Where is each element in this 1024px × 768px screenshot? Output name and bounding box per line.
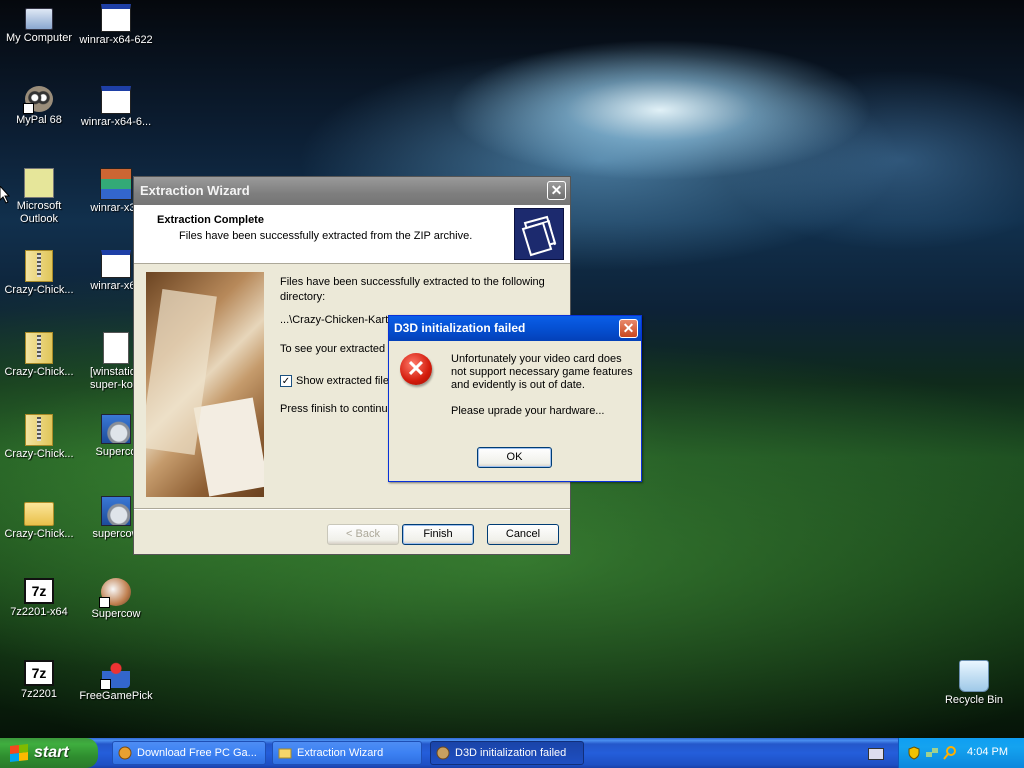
- supercow-icon: [99, 578, 131, 608]
- wizard-header-title: Extraction Complete: [157, 214, 264, 226]
- wizard-header-subtitle: Files have been successfully extracted f…: [179, 230, 473, 242]
- start-label: start: [34, 744, 69, 761]
- folder-icon: [278, 748, 292, 759]
- windows-logo-icon: [10, 744, 28, 762]
- cancel-button[interactable]: Cancel: [487, 524, 559, 545]
- desktop-icon-label: FreeGamePick: [79, 690, 153, 702]
- desktop-icon-crazy-chicken-1[interactable]: Crazy-Chick...: [0, 250, 78, 297]
- joystick-icon: [100, 660, 130, 690]
- wizard-body-line3: Press finish to continue: [280, 403, 394, 415]
- taskbar-button-label: Extraction Wizard: [297, 747, 384, 759]
- wizard-body-line1: Files have been successfully extracted t…: [280, 276, 545, 303]
- checkbox-box[interactable]: ✓: [280, 375, 292, 387]
- search-icon[interactable]: [943, 746, 957, 760]
- clock[interactable]: 4:04 PM: [967, 746, 1008, 758]
- desktop-icon-freegamepick[interactable]: FreeGamePick: [77, 660, 155, 703]
- taskbar-button-label: D3D initialization failed: [455, 747, 567, 759]
- setup-icon: [101, 414, 131, 444]
- desktop-icon-label: winrar-x64-6...: [80, 116, 152, 128]
- mouse-cursor-icon: [0, 186, 10, 204]
- window-icon: [101, 250, 131, 278]
- wizard-close-button[interactable]: ✕: [547, 181, 566, 200]
- desktop: My Computer MyPal 68 Microsoft Outlook C…: [0, 0, 1024, 738]
- game-icon: [436, 746, 450, 760]
- desktop-icon-7z-x64[interactable]: 7z 7z2201-x64: [0, 578, 78, 619]
- wizard-side-image: [146, 272, 264, 497]
- finish-button[interactable]: Finish: [402, 524, 474, 545]
- desktop-icon-label-line2: Outlook: [20, 213, 58, 225]
- 7zip-icon: 7z: [24, 660, 54, 686]
- desktop-icon-crazy-chicken-2[interactable]: Crazy-Chick...: [0, 332, 78, 379]
- raccoon-icon: [23, 86, 53, 114]
- desktop-icon-label: MyPal 68: [16, 114, 62, 126]
- desktop-icon-mypal[interactable]: MyPal 68: [0, 86, 78, 127]
- desktop-icon-label: Supercow: [91, 608, 141, 620]
- taskbar-button-d3d[interactable]: D3D initialization failed: [430, 741, 584, 765]
- folder-icon: [24, 502, 54, 526]
- keyboard-icon[interactable]: [868, 748, 884, 760]
- taskbar: start Download Free PC Ga... Extraction …: [0, 738, 1024, 768]
- zip-icon: [25, 332, 53, 364]
- checkbox-label: Show extracted file: [296, 375, 389, 387]
- desktop-icon-label: My Computer: [5, 32, 73, 44]
- wizard-title: Extraction Wizard: [140, 183, 250, 198]
- wizard-zip-folder-icon: [514, 208, 564, 260]
- desktop-icon-recycle-bin[interactable]: Recycle Bin: [935, 660, 1013, 707]
- desktop-icon-label: winrar-x64-622: [79, 34, 153, 46]
- winrar-icon: [100, 168, 132, 200]
- error-icon: ✕: [400, 353, 432, 385]
- show-extracted-files-checkbox[interactable]: ✓ Show extracted file: [280, 375, 389, 387]
- outlook-icon: [24, 168, 54, 198]
- 7zip-icon: 7z: [24, 578, 54, 604]
- window-icon: [101, 4, 131, 32]
- start-button[interactable]: start: [0, 738, 98, 768]
- desktop-icon-label: Crazy-Chick...: [4, 528, 74, 540]
- desktop-icon-label: 7z2201: [20, 688, 58, 700]
- desktop-icon-label: Crazy-Chick...: [4, 448, 74, 460]
- wizard-header: Extraction Complete Files have been succ…: [134, 205, 570, 264]
- taskbar-button-label: Download Free PC Ga...: [137, 747, 257, 759]
- desktop-icon-outlook[interactable]: Microsoft Outlook: [0, 168, 78, 226]
- document-icon: [103, 332, 129, 364]
- d3d-message: Unfortunately your video card does not s…: [451, 353, 633, 391]
- taskbar-button-browser[interactable]: Download Free PC Ga...: [112, 741, 266, 765]
- desktop-icon-label: Crazy-Chick...: [4, 284, 74, 296]
- desktop-icon-winrar-x64-6[interactable]: winrar-x64-6...: [77, 86, 155, 129]
- desktop-icon-label: Recycle Bin: [944, 694, 1004, 706]
- zip-icon: [25, 414, 53, 446]
- desktop-icon-supercow[interactable]: Supercow: [77, 578, 155, 621]
- setup-icon: [101, 496, 131, 526]
- desktop-icon-label: Microsoft: [16, 200, 62, 212]
- desktop-icon-label: 7z2201-x64: [10, 606, 68, 618]
- system-tray: 4:04 PM: [898, 738, 1024, 768]
- wizard-separator: [134, 508, 570, 510]
- desktop-icon-7z[interactable]: 7z 7z2201: [0, 660, 78, 701]
- wizard-titlebar[interactable]: Extraction Wizard ✕: [134, 177, 570, 205]
- taskbar-button-extraction-wizard[interactable]: Extraction Wizard: [272, 741, 422, 765]
- security-shield-icon[interactable]: [907, 746, 921, 760]
- recycle-bin-icon: [959, 660, 989, 692]
- desktop-icon-crazy-chicken-folder[interactable]: Crazy-Chick...: [0, 496, 78, 541]
- d3d-message-2: Please uprade your hardware...: [451, 405, 605, 417]
- desktop-icon-winrar-x64-622[interactable]: winrar-x64-622: [77, 4, 155, 47]
- d3d-close-button[interactable]: ✕: [619, 319, 638, 338]
- d3d-titlebar[interactable]: D3D initialization failed ✕: [389, 316, 641, 341]
- desktop-icon-crazy-chicken-3[interactable]: Crazy-Chick...: [0, 414, 78, 461]
- desktop-icon-my-computer[interactable]: My Computer: [0, 4, 78, 45]
- my-computer-icon: [25, 8, 53, 30]
- ok-button[interactable]: OK: [477, 447, 552, 468]
- window-icon: [101, 86, 131, 114]
- desktop-icon-label: Crazy-Chick...: [4, 366, 74, 378]
- zip-icon: [25, 250, 53, 282]
- back-button[interactable]: < Back: [327, 524, 399, 545]
- d3d-error-dialog: D3D initialization failed ✕ ✕ Unfortunat…: [388, 315, 642, 482]
- network-icon[interactable]: [925, 746, 939, 760]
- d3d-title: D3D initialization failed: [394, 321, 526, 335]
- browser-icon: [118, 746, 132, 760]
